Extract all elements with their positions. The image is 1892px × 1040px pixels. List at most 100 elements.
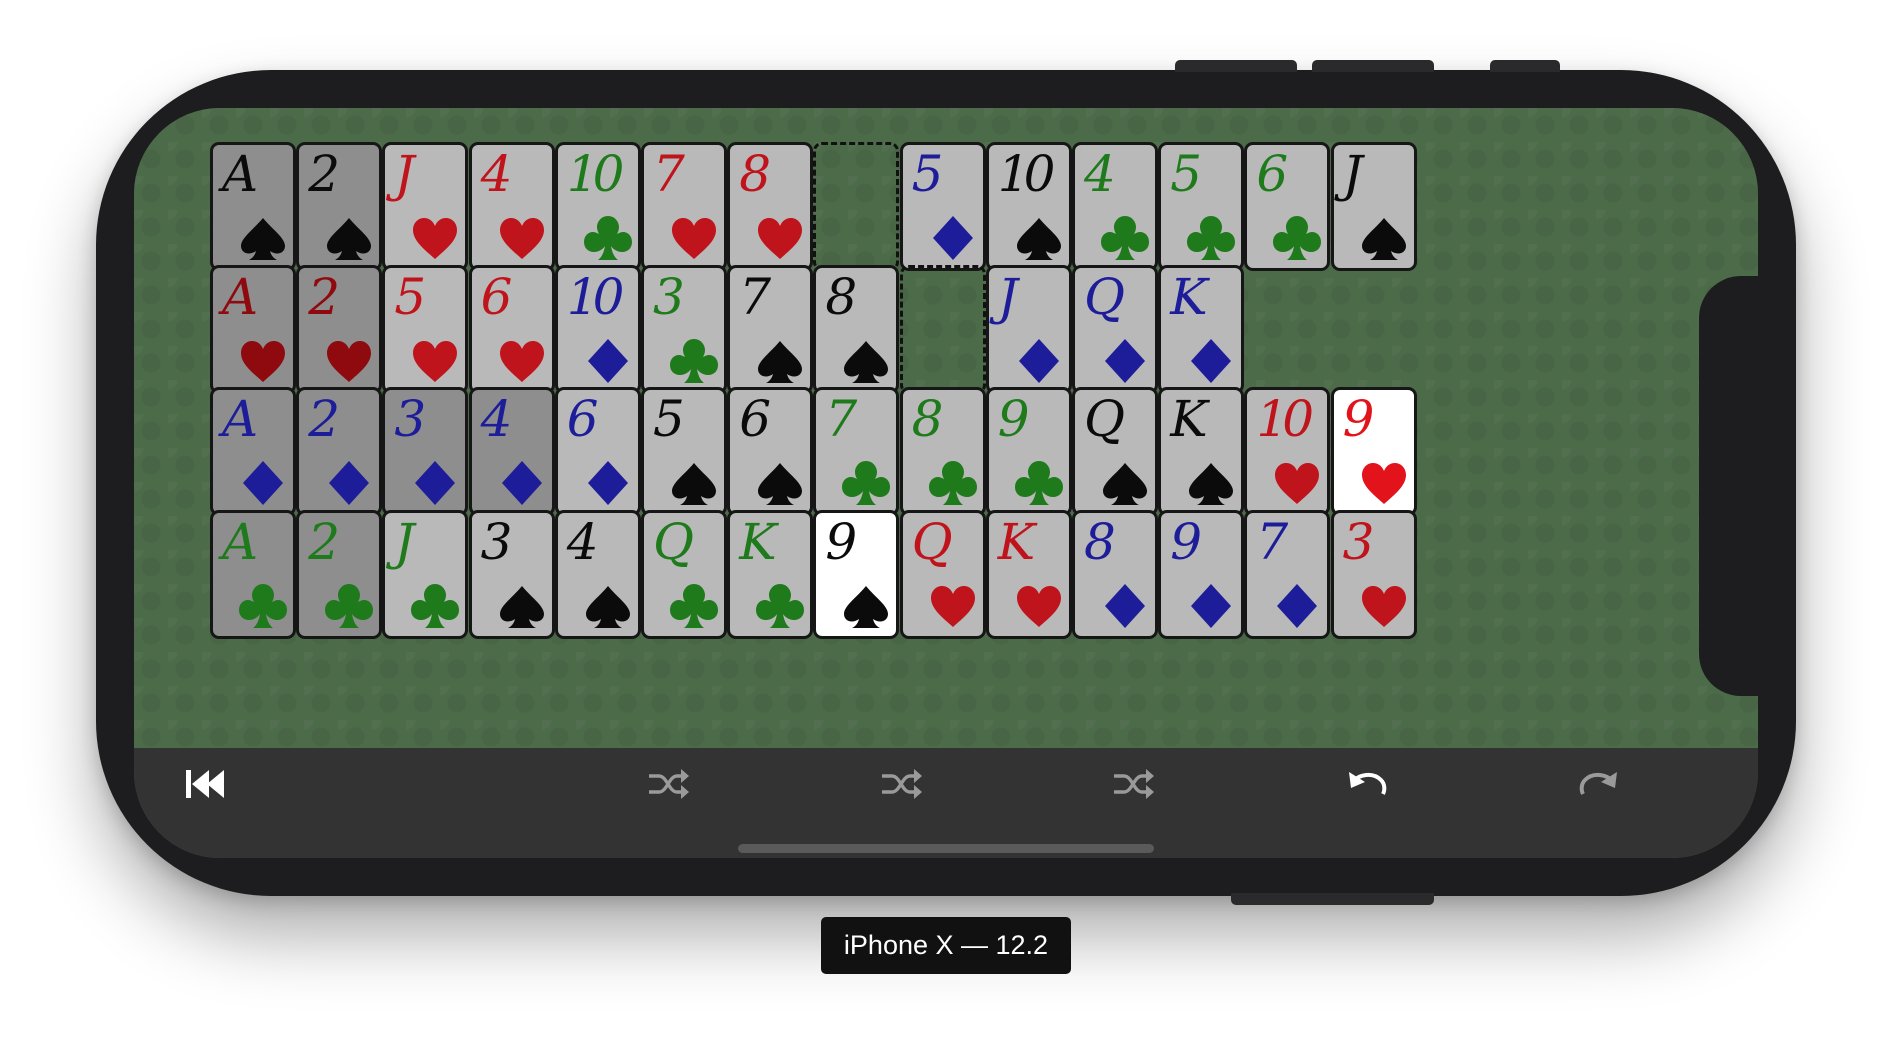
card-rank: 7 (653, 145, 685, 203)
card-7-of-spades[interactable]: 7 (727, 264, 814, 394)
home-indicator[interactable] (738, 844, 1154, 853)
card-2-of-clubs[interactable]: 2 (296, 509, 383, 639)
card-j-of-diamonds[interactable]: J (985, 264, 1072, 394)
card-3-of-spades[interactable]: 3 (468, 509, 555, 639)
card-rank: 10 (1256, 390, 1314, 449)
card-4-of-diamonds[interactable]: 4 (468, 387, 555, 517)
club-icon (670, 338, 718, 383)
card-6-of-clubs[interactable]: 6 (1244, 142, 1331, 271)
card-k-of-hearts[interactable]: K (985, 509, 1072, 639)
card-a-of-diamonds[interactable]: A (210, 387, 296, 517)
card-rank: A (222, 145, 258, 203)
card-10-of-diamonds[interactable]: 10 (554, 264, 641, 394)
card-7-of-clubs[interactable]: 7 (813, 387, 900, 517)
card-2-of-spades[interactable]: 2 (296, 142, 383, 271)
diamond-icon (587, 338, 628, 383)
shuffle-icon (882, 769, 922, 799)
heart-icon (499, 340, 544, 382)
card-k-of-spades[interactable]: K (1158, 387, 1245, 517)
card-rank: K (997, 512, 1035, 571)
card-8-of-clubs[interactable]: 8 (899, 387, 986, 517)
club-icon (1101, 216, 1149, 260)
card-rank: 8 (1084, 512, 1116, 571)
card-9-of-diamonds[interactable]: 9 (1158, 509, 1245, 639)
shuffle-button-2[interactable] (874, 760, 930, 808)
empty-card-slot[interactable] (899, 264, 986, 394)
card-5-of-hearts[interactable]: 5 (382, 264, 469, 394)
card-rank: 3 (394, 390, 426, 449)
undo-button[interactable] (1339, 760, 1395, 808)
card-rank: 8 (911, 390, 944, 449)
card-j-of-clubs[interactable]: J (382, 509, 469, 639)
club-icon (239, 583, 287, 628)
redo-button[interactable] (1571, 760, 1627, 808)
card-q-of-diamonds[interactable]: Q (1072, 264, 1158, 394)
card-8-of-diamonds[interactable]: 8 (1072, 509, 1158, 639)
card-a-of-hearts[interactable]: A (210, 264, 296, 394)
spade-icon (1361, 218, 1406, 260)
card-4-of-clubs[interactable]: 4 (1072, 142, 1158, 271)
card-rank: J (997, 267, 1018, 326)
shuffle-icon (1114, 769, 1154, 799)
card-8-of-spades[interactable]: 8 (813, 264, 900, 394)
card-2-of-diamonds[interactable]: 2 (296, 387, 383, 517)
spade-icon (1016, 218, 1061, 260)
card-10-of-hearts[interactable]: 10 (1244, 387, 1331, 517)
card-k-of-diamonds[interactable]: K (1158, 264, 1245, 394)
card-q-of-spades[interactable]: Q (1072, 387, 1158, 517)
club-icon (842, 461, 891, 506)
card-5-of-diamonds[interactable]: 5 (899, 142, 986, 271)
card-9-of-clubs[interactable]: 9 (985, 387, 1072, 517)
card-7-of-hearts[interactable]: 7 (641, 142, 727, 271)
card-rank: 4 (566, 512, 599, 571)
redo-icon (1579, 772, 1617, 795)
card-3-of-hearts[interactable]: 3 (1330, 509, 1417, 639)
diamond-icon (243, 461, 283, 506)
card-rank: A (222, 267, 258, 326)
card-4-of-spades[interactable]: 4 (554, 509, 641, 639)
card-6-of-spades[interactable]: 6 (727, 387, 814, 517)
empty-card-slot[interactable] (813, 142, 900, 271)
card-3-of-clubs[interactable]: 3 (641, 264, 727, 394)
card-3-of-diamonds[interactable]: 3 (382, 387, 469, 517)
card-rank: 8 (825, 267, 857, 326)
card-j-of-hearts[interactable]: J (382, 142, 469, 271)
heart-icon (241, 340, 285, 382)
shuffle-button-1[interactable] (641, 760, 697, 808)
card-rank: Q (653, 512, 694, 571)
card-6-of-diamonds[interactable]: 6 (554, 387, 641, 517)
card-9-of-hearts[interactable]: 9 (1330, 387, 1417, 517)
card-a-of-clubs[interactable]: A (210, 509, 296, 639)
sensor-notch (1699, 276, 1779, 696)
card-8-of-hearts[interactable]: 8 (727, 142, 814, 271)
heart-icon (1361, 585, 1406, 627)
card-9-of-spades[interactable]: 9 (813, 509, 900, 639)
card-6-of-hearts[interactable]: 6 (468, 264, 555, 394)
card-k-of-clubs[interactable]: K (727, 509, 814, 639)
undo-icon (1349, 772, 1387, 795)
card-a-of-spades[interactable]: A (210, 142, 296, 271)
spade-icon (844, 340, 889, 383)
card-rank: 2 (308, 512, 340, 571)
card-5-of-clubs[interactable]: 5 (1158, 142, 1245, 271)
card-10-of-clubs[interactable]: 10 (554, 142, 641, 271)
diamond-icon (1018, 338, 1059, 383)
volume-down-button (1312, 60, 1434, 72)
card-q-of-clubs[interactable]: Q (641, 509, 727, 639)
card-q-of-hearts[interactable]: Q (899, 509, 986, 639)
restart-button[interactable] (178, 760, 234, 808)
card-rank: Q (1084, 390, 1125, 449)
card-j-of-spades[interactable]: J (1330, 142, 1417, 271)
card-4-of-hearts[interactable]: 4 (468, 142, 555, 271)
card-2-of-hearts[interactable]: 2 (296, 264, 383, 394)
card-rank: J (394, 145, 414, 203)
club-icon (325, 583, 374, 628)
card-rank: 9 (825, 512, 857, 571)
simulator-stage: A 2 J 4 10 7 8 5 10 4 5 6 J A 2 5 6 10 3 7 8 J Q K A 2 3 4 6 5 6 7 8 9 Q K 1… (0, 0, 1892, 1040)
card-rank: 3 (653, 267, 685, 326)
card-10-of-spades[interactable]: 10 (985, 142, 1072, 271)
card-5-of-spades[interactable]: 5 (641, 387, 727, 517)
card-7-of-diamonds[interactable]: 7 (1244, 509, 1331, 639)
card-rank: 10 (566, 145, 625, 203)
shuffle-button-3[interactable] (1106, 760, 1162, 808)
